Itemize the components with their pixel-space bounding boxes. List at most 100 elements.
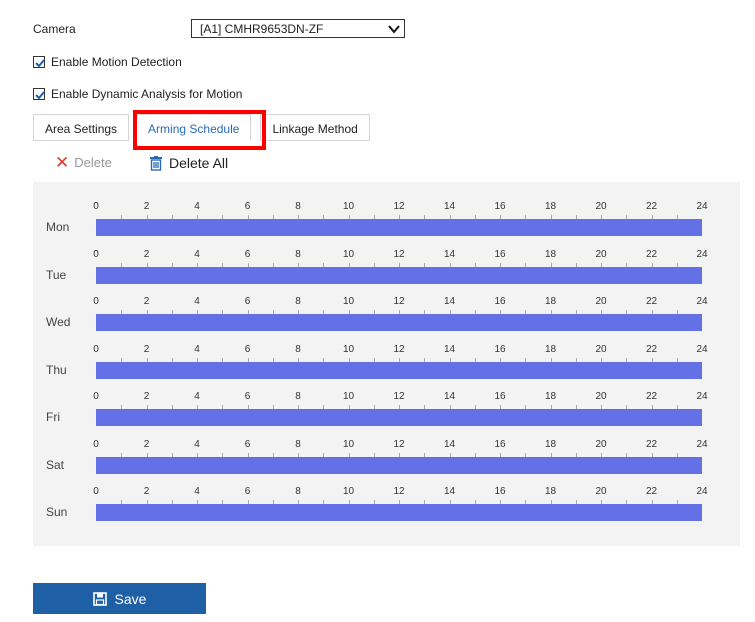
camera-select-value: [A1] CMHR9653DN-ZF	[200, 22, 324, 36]
schedule-bar-thu[interactable]	[96, 361, 702, 379]
hour-tick-label: 18	[544, 438, 557, 450]
hour-tick-label: 16	[494, 391, 506, 402]
hour-tick-label: 12	[393, 343, 405, 355]
hour-tick-label: 2	[143, 391, 150, 402]
hour-tick-label: 20	[595, 391, 607, 402]
hour-tick-label: 20	[595, 248, 607, 260]
hour-tick-label: 18	[544, 296, 557, 307]
day-label-sat: Sat	[46, 457, 65, 472]
hour-tick-label: 0	[93, 438, 99, 450]
tab-area-settings[interactable]: Area Settings	[33, 114, 130, 141]
hour-tick-label: 16	[494, 201, 506, 212]
save-icon	[92, 591, 107, 606]
hour-tick-label: 4	[194, 486, 200, 497]
hour-tick-label: 16	[494, 438, 506, 450]
hour-tick-label: 16	[494, 343, 506, 355]
hour-tick-label: 22	[645, 391, 658, 402]
hour-tick-label: 4	[194, 438, 200, 450]
hour-tick-label: 18	[544, 343, 557, 355]
hour-tick-label: 20	[595, 438, 607, 450]
hour-tick-label: 10	[342, 201, 355, 212]
hour-tick-label: 6	[244, 438, 251, 450]
hour-tick-label: 12	[393, 391, 405, 402]
hour-tick-label: 8	[295, 248, 301, 260]
delete-button[interactable]: ✕ Delete	[55, 152, 112, 172]
hour-tick-label: 14	[443, 391, 456, 402]
hour-tick-label: 6	[244, 201, 251, 212]
hour-tick-label: 8	[295, 296, 301, 307]
hour-tick-label: 14	[443, 343, 456, 355]
hour-tick-label: 22	[645, 438, 658, 450]
delete-label: Delete	[74, 155, 112, 170]
hour-tick-label: 2	[143, 248, 150, 260]
hour-tick-label: 20	[595, 486, 607, 497]
tab-linkage-method[interactable]: Linkage Method	[260, 114, 370, 141]
hour-tick-label: 24	[696, 343, 708, 355]
hour-tick-label: 18	[544, 201, 557, 212]
hour-tick-label: 8	[295, 391, 301, 402]
schedule-bar-sun[interactable]	[96, 504, 702, 521]
checkbox-checked-icon[interactable]	[33, 88, 45, 100]
hour-tick-label: 14	[443, 248, 456, 260]
enable-dynamic-analysis-label: Enable Dynamic Analysis for Motion	[51, 87, 243, 101]
hour-tick-label: 2	[143, 343, 150, 355]
hour-tick-label: 0	[93, 248, 99, 260]
hour-tick-label: 14	[443, 438, 456, 450]
hour-tick-label: 16	[494, 296, 506, 307]
day-label-tue: Tue	[46, 267, 67, 282]
schedule-bar-tue[interactable]	[96, 266, 702, 284]
hour-tick-label: 6	[244, 391, 251, 402]
hour-tick-label: 10	[342, 296, 355, 307]
schedule-bar-fri[interactable]	[96, 409, 702, 426]
hour-tick-label: 18	[544, 248, 557, 260]
enable-motion-detection-checkbox[interactable]: Enable Motion Detection	[33, 55, 182, 69]
hour-tick-label: 14	[443, 486, 456, 497]
hour-tick-label: 8	[295, 438, 301, 450]
hour-tick-label: 10	[342, 391, 355, 402]
hour-tick-label: 0	[93, 343, 99, 355]
schedule-bar-mon[interactable]	[96, 219, 702, 236]
hour-tick-label: 12	[393, 296, 405, 307]
day-label-sun: Sun	[46, 505, 68, 519]
hour-tick-label: 12	[393, 248, 405, 260]
delete-all-button[interactable]: Delete All	[149, 155, 228, 171]
day-label-thu: Thu	[46, 362, 67, 377]
checkbox-checked-icon[interactable]	[33, 56, 45, 68]
schedule-bar-wed[interactable]	[96, 314, 702, 331]
hour-tick-label: 0	[93, 296, 99, 307]
day-label-wed: Wed	[46, 315, 71, 329]
save-button[interactable]: Save	[33, 583, 206, 614]
tab-arming-schedule[interactable]: Arming Schedule	[136, 114, 252, 141]
hour-tick-label: 4	[194, 201, 200, 212]
hour-tick-label: 8	[295, 343, 301, 355]
trash-icon	[150, 155, 162, 171]
delete-all-label: Delete All	[169, 155, 229, 171]
hour-tick-label: 12	[393, 201, 405, 212]
hour-tick-label: 2	[143, 486, 150, 497]
arming-schedule-grid: 0 2 4 6 8 10 12 14 16 18 20 22 24 Mon 0 2 4 6 8 10 12 14 16 18 2…	[33, 182, 740, 546]
hour-tick-label: 16	[494, 248, 506, 260]
settings-tabs: Area Settings Arming Schedule Linkage Me…	[33, 114, 370, 141]
hour-tick-label: 20	[595, 201, 607, 212]
hour-tick-label: 20	[595, 343, 607, 355]
hour-tick-label: 4	[194, 296, 200, 307]
hour-tick-label: 18	[544, 486, 557, 497]
hour-tick-label: 6	[244, 343, 251, 355]
hour-tick-label: 12	[393, 438, 405, 450]
hour-tick-label: 16	[494, 486, 506, 497]
hour-tick-label: 6	[244, 486, 251, 497]
hour-tick-label: 2	[143, 438, 150, 450]
hour-tick-label: 22	[645, 486, 658, 497]
camera-select[interactable]: [A1] CMHR9653DN-ZF	[191, 19, 405, 38]
hour-tick-label: 20	[595, 296, 607, 307]
hour-tick-label: 10	[342, 438, 355, 450]
schedule-bar-sat[interactable]	[96, 456, 702, 474]
hour-tick-label: 0	[93, 486, 99, 497]
hour-tick-label: 22	[645, 296, 658, 307]
hour-tick-label: 4	[194, 391, 200, 402]
close-icon: ✕	[55, 152, 70, 172]
enable-dynamic-analysis-checkbox[interactable]: Enable Dynamic Analysis for Motion	[33, 87, 242, 101]
hour-tick-label: 18	[544, 391, 557, 402]
hour-tick-label: 22	[645, 248, 658, 260]
hour-tick-label: 22	[645, 343, 658, 355]
